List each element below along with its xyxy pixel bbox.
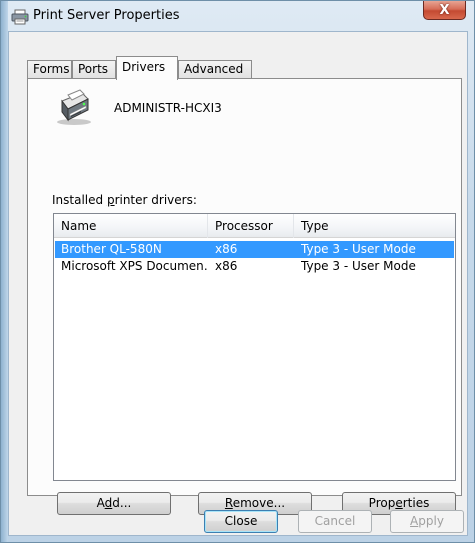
tab-ports[interactable]: Ports <box>72 60 116 79</box>
installed-label-text: Installed <box>52 193 107 207</box>
tab-advanced[interactable]: Advanced <box>178 60 252 79</box>
driver-name-cell: Microsoft XPS Documen… <box>61 259 209 273</box>
tab-drivers[interactable]: Drivers <box>116 56 178 80</box>
driver-processor-cell: x86 <box>215 259 238 273</box>
properties-label-accesskey: e <box>395 496 403 510</box>
installed-printer-drivers-label: Installed printer drivers: <box>52 193 197 207</box>
drivers-tab-panel: ADMINISTR-HCXI3 Installed printer driver… <box>27 78 462 515</box>
apply-button[interactable]: Apply <box>390 510 464 533</box>
remove-label-rest: emove... <box>232 496 286 510</box>
server-name: ADMINISTR-HCXI3 <box>114 101 222 115</box>
tab-forms[interactable]: Forms <box>27 60 72 79</box>
add-label-rest: d... <box>112 496 132 510</box>
apply-label-rest: pply <box>418 514 444 528</box>
window-title: Print Server Properties <box>33 8 180 23</box>
cancel-button[interactable]: Cancel <box>298 510 372 533</box>
properties-label-rest: rties <box>402 496 430 510</box>
table-row[interactable]: Microsoft XPS Documen… x86 Type 3 - User… <box>55 258 454 275</box>
installed-label-accesskey: p <box>106 193 115 207</box>
dialog-client-area: Forms Ports Drivers Advanced ADMINISTR-H… <box>8 31 468 536</box>
close-window-button[interactable]: X <box>423 1 466 20</box>
driver-type-cell: Type 3 - User Mode <box>301 259 416 273</box>
driver-type-cell: Type 3 - User Mode <box>301 242 416 256</box>
close-icon: X <box>439 2 450 18</box>
close-button[interactable]: Close <box>204 510 278 533</box>
properties-label-a: Prop <box>368 496 396 510</box>
driver-processor-cell: x86 <box>215 242 238 256</box>
driver-name-cell: Brother QL-580N <box>61 242 162 256</box>
add-driver-button[interactable]: Add... <box>57 492 171 515</box>
column-header-name[interactable]: Name <box>54 214 208 238</box>
list-header: Name Processor Type <box>54 214 455 238</box>
title-bar[interactable]: Print Server Properties X <box>1 1 474 31</box>
installed-label-text-rest: rinter drivers: <box>114 193 197 207</box>
printer-drivers-list[interactable]: Name Processor Type Brother QL-580N x86 … <box>53 213 456 481</box>
add-label-a: A <box>96 496 105 510</box>
column-header-type[interactable]: Type <box>294 214 455 238</box>
remove-label-accesskey: R <box>224 496 233 510</box>
table-row[interactable]: Brother QL-580N x86 Type 3 - User Mode <box>55 241 454 258</box>
print-server-properties-window: Print Server Properties X Forms Ports Dr… <box>0 0 475 543</box>
column-header-processor[interactable]: Processor <box>208 214 294 238</box>
printer-icon <box>57 89 91 125</box>
printer-icon <box>11 9 29 25</box>
